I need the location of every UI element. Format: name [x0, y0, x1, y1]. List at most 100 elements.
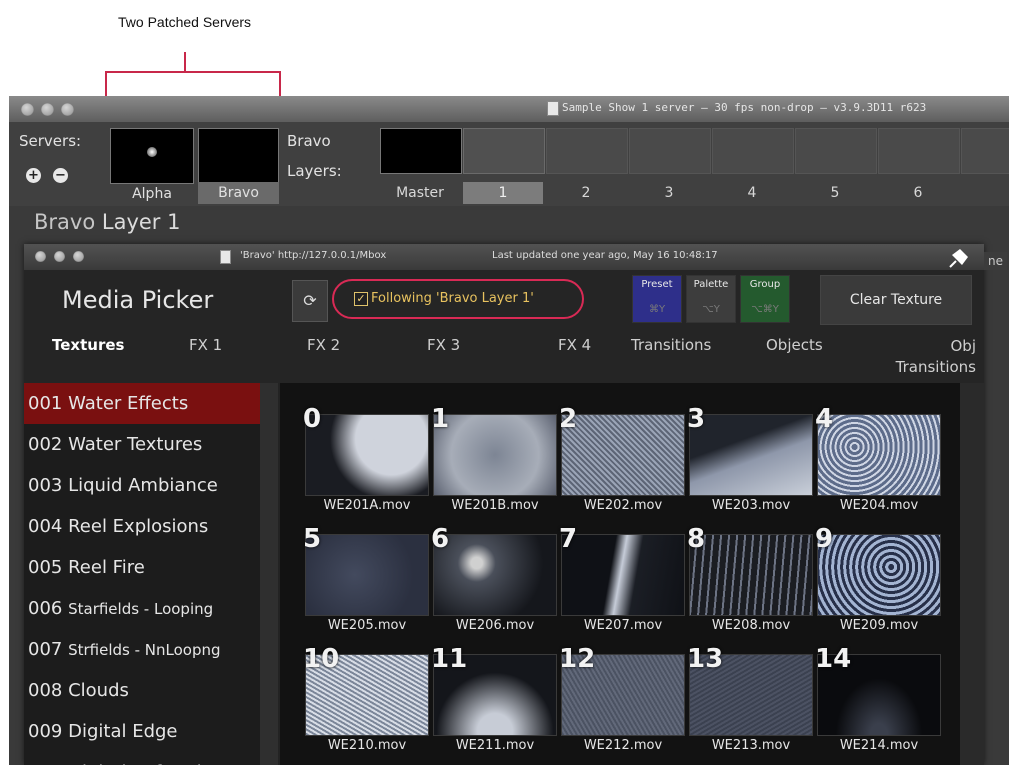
tab-fx1[interactable]: FX 1: [189, 336, 222, 354]
folder-item[interactable]: 010 Digital Refractions: [24, 752, 260, 765]
servers-label: Servers:: [19, 132, 82, 150]
media-index: 5: [303, 524, 322, 554]
refresh-button[interactable]: ⟳: [292, 280, 328, 322]
layer-tab-2[interactable]: 2: [546, 182, 626, 204]
minimize-window-button[interactable]: [41, 103, 54, 116]
layer-tab-6[interactable]: 6: [878, 182, 958, 204]
media-filename: WE201B.mov: [451, 498, 539, 513]
media-index: 4: [815, 404, 834, 434]
media-picker-window: 'Bravo' http://127.0.0.1/Mbox Last updat…: [24, 244, 984, 765]
media-thumbnail[interactable]: [433, 534, 557, 616]
media-picker-title: Media Picker: [62, 286, 214, 314]
folder-name: Reel Fire: [68, 557, 145, 578]
clear-texture-button[interactable]: Clear Texture: [820, 275, 972, 325]
media-thumbnail[interactable]: [433, 414, 557, 496]
folder-list-scrollbar[interactable]: [260, 383, 278, 765]
layer-slot-1[interactable]: [463, 128, 545, 174]
media-picker-minimize-button[interactable]: [54, 251, 65, 262]
title-bar: Sample Show 1 server — 30 fps non-drop —…: [9, 96, 1009, 122]
server-thumb-alpha[interactable]: [110, 128, 194, 184]
media-thumbnail[interactable]: [305, 414, 429, 496]
layer-tab-1[interactable]: 1: [463, 182, 543, 204]
layer-heading: Bravo Layer 1: [34, 210, 180, 234]
media-thumbnail[interactable]: [817, 414, 941, 496]
media-thumbnail[interactable]: [561, 534, 685, 616]
media-grid-scrollbar[interactable]: [960, 383, 984, 765]
folder-item[interactable]: 002 Water Textures: [24, 424, 260, 465]
tab-fx3[interactable]: FX 3: [427, 336, 460, 354]
folder-item[interactable]: 007 Strfields - NnLoopng: [24, 629, 260, 670]
folder-list: 001 Water Effects 002 Water Textures 003 L…: [24, 383, 260, 765]
media-index: 14: [815, 644, 852, 674]
layer-slot-2[interactable]: [546, 128, 628, 174]
media-picker-close-button[interactable]: [35, 251, 46, 262]
media-index: 1: [431, 404, 450, 434]
tab-textures[interactable]: Textures: [52, 336, 124, 354]
media-picker-zoom-button[interactable]: [73, 251, 84, 262]
layer-slot-7[interactable]: [961, 128, 1009, 174]
layer-tab-master[interactable]: Master: [380, 182, 460, 204]
layer-heading-layer: Layer 1: [101, 210, 181, 234]
remove-server-button[interactable]: −: [53, 168, 68, 183]
server-thumb-bravo[interactable]: [198, 128, 279, 184]
folder-item[interactable]: 008 Clouds: [24, 670, 260, 711]
layer-slot-6[interactable]: [878, 128, 960, 174]
layer-slot-5[interactable]: [795, 128, 877, 174]
folder-name: Reel Explosions: [68, 516, 209, 537]
layer-slot-4[interactable]: [712, 128, 794, 174]
annotation-bracket-top: [105, 71, 281, 73]
folder-number: 007: [28, 639, 63, 660]
media-thumbnail[interactable]: [817, 534, 941, 616]
tab-transitions[interactable]: Transitions: [631, 336, 711, 354]
media-index: 2: [559, 404, 578, 434]
media-filename: WE201A.mov: [323, 498, 411, 513]
folder-item[interactable]: 001 Water Effects: [24, 383, 260, 424]
media-thumbnail[interactable]: [689, 534, 813, 616]
side-tab[interactable]: ne: [984, 252, 1007, 270]
folder-item[interactable]: 005 Reel Fire: [24, 547, 260, 588]
folder-item[interactable]: 006 Starfields - Looping: [24, 588, 260, 629]
layer-heading-server: Bravo: [34, 210, 96, 234]
layer-tab-4[interactable]: 4: [712, 182, 792, 204]
server-name-bravo[interactable]: Bravo: [198, 182, 279, 204]
following-checkbox[interactable]: ✓: [354, 292, 368, 306]
media-thumbnail[interactable]: [561, 414, 685, 496]
tab-fx2[interactable]: FX 2: [307, 336, 340, 354]
preset-label: Preset: [641, 279, 673, 290]
folder-item[interactable]: 009 Digital Edge: [24, 711, 260, 752]
media-filename: WE203.mov: [711, 498, 791, 513]
folder-item[interactable]: 004 Reel Explosions: [24, 506, 260, 547]
refresh-icon: ⟳: [303, 291, 317, 310]
media-filename: WE208.mov: [711, 618, 791, 633]
group-button[interactable]: Group ⌥⌘Y: [740, 275, 790, 323]
group-shortcut: ⌥⌘Y: [751, 304, 779, 315]
media-index: 8: [687, 524, 706, 554]
add-server-button[interactable]: +: [26, 168, 41, 183]
media-thumbnail[interactable]: [689, 414, 813, 496]
zoom-window-button[interactable]: [61, 103, 74, 116]
media-grid: 0 WE201A.mov 1 WE201B.mov 2 WE202.mov 3 WE203.m…: [280, 383, 960, 765]
folder-name: Water Textures: [68, 434, 203, 455]
tab-fx4[interactable]: FX 4: [558, 336, 591, 354]
media-filename: WE204.mov: [839, 498, 919, 513]
layer-tab-5[interactable]: 5: [795, 182, 875, 204]
following-label[interactable]: Following 'Bravo Layer 1': [371, 291, 534, 306]
media-thumbnail[interactable]: [305, 534, 429, 616]
palette-button[interactable]: Palette ⌥Y: [686, 275, 736, 323]
pin-icon[interactable]: [948, 247, 970, 269]
folder-name: Digital Edge: [68, 721, 178, 742]
preset-button[interactable]: Preset ⌘Y: [632, 275, 682, 323]
layers-server-name: Bravo: [287, 132, 331, 150]
server-document-icon: [220, 250, 231, 264]
close-window-button[interactable]: [21, 103, 34, 116]
layer-slot-3[interactable]: [629, 128, 711, 174]
media-index: 9: [815, 524, 834, 554]
media-filename: WE207.mov: [583, 618, 663, 633]
folder-item[interactable]: 003 Liquid Ambiance: [24, 465, 260, 506]
tab-obj-transitions[interactable]: Obj Transitions: [864, 336, 976, 378]
server-name-alpha[interactable]: Alpha: [110, 186, 194, 202]
layer-slot-master[interactable]: [380, 128, 462, 174]
layer-tab-3[interactable]: 3: [629, 182, 709, 204]
tab-objects[interactable]: Objects: [766, 336, 823, 354]
media-index: 0: [303, 404, 322, 434]
